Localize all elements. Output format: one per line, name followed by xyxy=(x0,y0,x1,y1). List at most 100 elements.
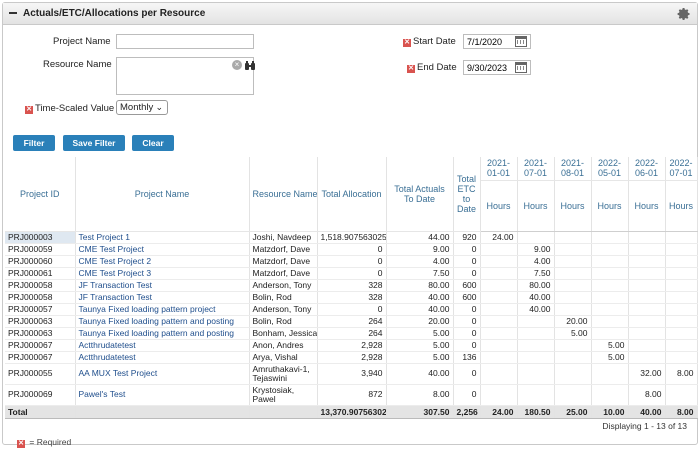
cell-project-name-link[interactable]: CME Test Project 3 xyxy=(75,267,250,280)
table-row[interactable]: PRJ000067 Actthrudatetest Arya, Vishal 2,92… xyxy=(5,351,698,364)
cell-project-name-link[interactable]: AA MUX Test Project xyxy=(75,363,250,385)
total-row: Total 13,370.907563025 307.50 2,256 24.00 180… xyxy=(5,404,698,419)
project-name-input[interactable] xyxy=(116,34,254,49)
table-row[interactable]: PRJ000069 Pawel's Test Krystosiak, Pawel 87… xyxy=(5,384,698,406)
cell-period-hours xyxy=(480,339,518,352)
cell-total-actuals: 44.00 xyxy=(386,231,454,244)
cell-period-hours xyxy=(665,303,698,316)
cell-period-hours xyxy=(628,315,666,328)
table-row[interactable]: PRJ000067 Actthrudatetest Anon, Andres 2,92… xyxy=(5,339,698,352)
cell-period-hours xyxy=(554,291,592,304)
table-row[interactable]: PRJ000060 CME Test Project 2 Matzdorf, Dav… xyxy=(5,255,698,268)
cell-project-name-link[interactable]: Actthrudatetest xyxy=(75,351,250,364)
table-row[interactable]: PRJ000055 AA MUX Test Project Amruthakavi-… xyxy=(5,363,698,385)
cell-project-name-link[interactable]: JF Transaction Test xyxy=(75,291,250,304)
table-row[interactable]: PRJ000061 CME Test Project 3 Matzdorf, Dav… xyxy=(5,267,698,280)
cell-period-hours xyxy=(554,384,592,406)
col-total-etc[interactable]: Total ETC to Date xyxy=(453,157,481,232)
col-hours[interactable]: Hours xyxy=(665,180,698,232)
col-project-id[interactable]: Project ID xyxy=(5,157,76,232)
panel-header: Actuals/ETC/Allocations per Resource xyxy=(3,3,697,25)
binoculars-icon[interactable] xyxy=(245,61,255,70)
col-resource-name[interactable]: Resource Name xyxy=(249,157,318,232)
cell-period-hours xyxy=(554,267,592,280)
table-row[interactable]: PRJ000058 JF Transaction Test Anderson, To… xyxy=(5,279,698,292)
col-hours[interactable]: Hours xyxy=(554,180,592,232)
cell-project-name-link[interactable]: Taunya Fixed loading pattern project xyxy=(75,303,250,316)
col-project-name[interactable]: Project Name xyxy=(75,157,250,232)
calendar-icon[interactable] xyxy=(515,36,527,47)
time-scaled-select[interactable]: Monthly ⌄ xyxy=(116,100,168,115)
calendar-icon[interactable] xyxy=(515,62,527,73)
cell-total-actuals: 9.00 xyxy=(386,243,454,256)
cell-project-name-link[interactable]: Taunya Fixed loading pattern and posting xyxy=(75,315,250,328)
table-row[interactable]: PRJ000058 JF Transaction Test Bolin, Rod 32… xyxy=(5,291,698,304)
table-row[interactable]: PRJ000003 Test Project 1 Joshi, Navdeep 1,5… xyxy=(5,231,698,244)
cell-period-hours xyxy=(665,351,698,364)
cell-total-etc: 0 xyxy=(453,303,481,316)
cell-period-hours xyxy=(554,255,592,268)
period-header: 2021-08-01 xyxy=(554,157,592,181)
cell-period-hours xyxy=(591,231,629,244)
col-total-allocation[interactable]: Total Allocation xyxy=(317,157,387,232)
col-hours[interactable]: Hours xyxy=(628,180,666,232)
cell-period-hours xyxy=(554,339,592,352)
cell-total-etc: 0 xyxy=(453,267,481,280)
cell-period-hours: 7.50 xyxy=(517,267,555,280)
cell-period-hours: 20.00 xyxy=(554,315,592,328)
col-hours[interactable]: Hours xyxy=(517,180,555,232)
cell-period-hours xyxy=(591,255,629,268)
cell-project-name-link[interactable]: Taunya Fixed loading pattern and posting xyxy=(75,327,250,340)
clear-button[interactable]: Clear xyxy=(132,135,174,151)
col-hours[interactable]: Hours xyxy=(591,180,629,232)
cell-total-allocation: 264 xyxy=(317,327,387,340)
table-row[interactable]: PRJ000059 CME Test Project Matzdorf, Dave 0… xyxy=(5,243,698,256)
cell-project-name-link[interactable]: CME Test Project 2 xyxy=(75,255,250,268)
cell-project-id: PRJ000061 xyxy=(5,267,76,280)
cell-period-hours xyxy=(517,327,555,340)
cell-period-hours xyxy=(517,231,555,244)
table-row[interactable]: PRJ000057 Taunya Fixed loading pattern pr… xyxy=(5,303,698,316)
cell-period-hours xyxy=(628,303,666,316)
end-date-label: ✕ End Date xyxy=(407,62,457,73)
cell-project-name-link[interactable]: Pawel's Test xyxy=(75,384,250,406)
cell-project-id: PRJ000063 xyxy=(5,327,76,340)
cell-project-id: PRJ000063 xyxy=(5,315,76,328)
table-row[interactable]: PRJ000063 Taunya Fixed loading pattern an… xyxy=(5,315,698,328)
filter-button[interactable]: Filter xyxy=(13,135,55,151)
cell-project-id: PRJ000058 xyxy=(5,279,76,292)
cell-total-etc: 0 xyxy=(453,327,481,340)
cell-project-id: PRJ000003 xyxy=(5,231,76,244)
cell-period-hours xyxy=(665,384,698,406)
cell-total-actuals: 40.00 xyxy=(386,363,454,385)
cell-resource-name: Matzdorf, Dave xyxy=(249,267,318,280)
clear-icon[interactable]: × xyxy=(232,60,242,70)
cell-project-name-link[interactable]: Test Project 1 xyxy=(75,231,250,244)
cell-project-name-link[interactable]: CME Test Project xyxy=(75,243,250,256)
col-hours[interactable]: Hours xyxy=(480,180,518,232)
cell-project-name-link[interactable]: JF Transaction Test xyxy=(75,279,250,292)
cell-period-hours xyxy=(554,351,592,364)
save-filter-button[interactable]: Save Filter xyxy=(63,135,125,151)
cell-resource-name: Bolin, Rod xyxy=(249,291,318,304)
cell-period-hours xyxy=(591,279,629,292)
cell-project-id: PRJ000067 xyxy=(5,339,76,352)
gear-icon[interactable] xyxy=(677,7,691,21)
cell-total-etc: 0 xyxy=(453,339,481,352)
cell-period-hours: 24.00 xyxy=(480,231,518,244)
col-total-actuals[interactable]: Total Actuals To Date xyxy=(386,157,454,232)
total-allocation: 13,370.907563025 xyxy=(317,404,387,419)
cell-total-allocation: 264 xyxy=(317,315,387,328)
cell-resource-name: Anderson, Tony xyxy=(249,303,318,316)
cell-period-hours: 5.00 xyxy=(591,339,629,352)
cell-period-hours xyxy=(517,315,555,328)
cell-period-hours xyxy=(591,315,629,328)
table-row[interactable]: PRJ000063 Taunya Fixed loading pattern an… xyxy=(5,327,698,340)
cell-project-name-link[interactable]: Actthrudatetest xyxy=(75,339,250,352)
cell-period-hours: 4.00 xyxy=(517,255,555,268)
collapse-icon[interactable] xyxy=(9,12,17,14)
total-empty xyxy=(75,404,250,419)
cell-period-hours: 5.00 xyxy=(591,351,629,364)
cell-total-etc: 136 xyxy=(453,351,481,364)
cell-project-id: PRJ000069 xyxy=(5,384,76,406)
